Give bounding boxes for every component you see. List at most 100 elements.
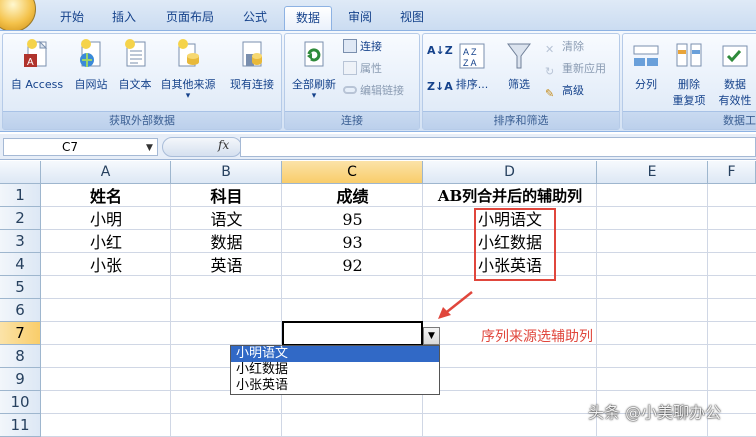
sort-label: 排序... [455,78,489,91]
column-header-c[interactable]: C [282,161,423,184]
connections-label: 连接 [360,40,382,53]
highlight-box [474,208,556,281]
refresh-icon [304,41,324,67]
row-header-10[interactable]: 10 [0,391,41,414]
cell-b3[interactable]: 数据 [171,231,282,254]
existing-connections-button[interactable]: 现有连接 [225,38,279,92]
sort-desc-button[interactable]: Z↓A [427,78,453,96]
formula-input[interactable] [240,137,756,157]
sort-ascending-icon: A↓Z [427,44,453,57]
advanced-label: 高级 [562,84,584,97]
clear-label: 清除 [562,40,584,53]
row-header-3[interactable]: 3 [0,230,41,253]
clear-button[interactable]: ✕ 清除 [545,38,584,56]
column-header-a[interactable]: A [41,161,171,184]
chevron-down-icon: ▾ [311,91,317,101]
tab-formulas[interactable]: 公式 [234,6,276,30]
ribbon: A 自 Access 自网站 自文本 自其他来源 ▾ 现有连接 获取外部数据 全… [0,30,756,132]
sort-asc-button[interactable]: A↓Z [427,42,453,60]
gridline [41,298,756,299]
cell-b4[interactable]: 英语 [171,254,282,277]
from-access-button[interactable]: A 自 Access [7,38,67,92]
row-header-5[interactable]: 5 [0,276,41,299]
insert-function-icon[interactable]: fx [218,138,229,152]
chevron-down-icon: ▾ [185,91,191,101]
tab-data[interactable]: 数据 [284,6,332,30]
row-header-1[interactable]: 1 [0,184,41,207]
cell-b2[interactable]: 语文 [171,208,282,231]
column-header-d[interactable]: D [423,161,597,184]
group-label-external: 获取外部数据 [3,111,281,129]
dropdown-arrow-icon[interactable]: ▼ [423,327,440,345]
edit-links-label: 编辑链接 [360,84,404,97]
cell-a2[interactable]: 小明 [41,208,171,231]
row-header-11[interactable]: 11 [0,414,41,437]
row-header-6[interactable]: 6 [0,299,41,322]
reapply-label: 重新应用 [562,62,606,75]
from-text-button[interactable]: 自文本 [113,38,157,92]
group-label-data-tools: 数据工 [623,111,756,129]
excel-window: 开始 插入 页面布局 公式 数据 审阅 视图 A 自 Access 自网站 自文… [0,0,756,437]
dropdown-option[interactable]: 小红数据 [231,362,439,378]
tab-view[interactable]: 视图 [392,6,432,30]
clear-filter-icon: ✕ [545,43,555,56]
group-label-sort-filter: 排序和筛选 [423,111,619,129]
from-access-label: 自 Access [10,78,64,91]
remove-duplicates-label-1: 删除 [678,78,700,91]
reapply-button[interactable]: ↻ 重新应用 [545,60,606,78]
row-header-7[interactable]: 7 [0,322,41,345]
watermark: 头条 @小美聊办公 [588,403,722,422]
from-web-button[interactable]: 自网站 [69,38,113,92]
cell-a4[interactable]: 小张 [41,254,171,277]
text-to-columns-button[interactable]: 分列 [627,38,665,92]
row-header-2[interactable]: 2 [0,207,41,230]
from-other-sources-button[interactable]: 自其他来源 ▾ [157,38,219,101]
dropdown-option[interactable]: 小张英语 [231,378,439,394]
cell-c3[interactable]: 93 [282,231,423,254]
tab-page-layout[interactable]: 页面布局 [158,6,222,30]
connections-button[interactable]: 连接 [343,38,382,56]
filter-button[interactable]: 筛选 [499,38,539,92]
office-button[interactable] [0,0,36,32]
other-sources-icon [178,39,199,67]
edit-links-button[interactable]: 编辑链接 [343,82,404,100]
cell-c2[interactable]: 95 [282,208,423,231]
spreadsheet-grid[interactable]: A B C D E F 1 2 3 4 5 6 7 8 9 10 11 姓名 科… [0,161,756,437]
dropdown-option[interactable]: 小明语文 [231,346,439,362]
column-header-e[interactable]: E [597,161,708,184]
sort-button[interactable]: A ZZ A 排序... [451,38,493,92]
ribbon-tab-bar: 开始 插入 页面布局 公式 数据 审阅 视图 [0,0,756,32]
cell-c1[interactable]: 成绩 [282,185,423,208]
select-all-corner[interactable] [0,161,41,184]
svg-text:Z A: Z A [463,58,477,68]
tab-home[interactable]: 开始 [52,6,92,30]
column-header-b[interactable]: B [171,161,282,184]
data-validation-button[interactable]: 数据 有效性 [711,38,756,108]
advanced-button[interactable]: ✎ 高级 [545,82,584,100]
cell-a3[interactable]: 小红 [41,231,171,254]
formula-bar: C7 ▼ fx [0,134,756,160]
row-header-8[interactable]: 8 [0,345,41,368]
active-cell-c7[interactable] [282,321,423,346]
tab-insert[interactable]: 插入 [104,6,144,30]
refresh-all-button[interactable]: 全部刷新 ▾ [289,38,339,101]
formula-bar-divider [162,137,242,157]
name-box[interactable]: C7 [3,138,158,156]
from-web-label: 自网站 [74,78,108,91]
remove-duplicates-label-2: 重复项 [672,94,706,107]
tab-review[interactable]: 审阅 [340,6,380,30]
validation-dropdown-list[interactable]: 小明语文 小红数据 小张英语 [230,345,440,395]
remove-duplicates-button[interactable]: 删除 重复项 [667,38,711,108]
from-other-sources-label: 自其他来源 [160,78,216,91]
cell-c4[interactable]: 92 [282,254,423,277]
chevron-down-icon[interactable]: ▼ [146,143,153,153]
existing-connections-label: 现有连接 [230,78,274,91]
column-header-f[interactable]: F [708,161,756,184]
cell-b1[interactable]: 科目 [171,185,282,208]
row-header-4[interactable]: 4 [0,253,41,276]
properties-label: 属性 [360,62,382,75]
properties-button[interactable]: 属性 [343,60,382,78]
row-header-9[interactable]: 9 [0,368,41,391]
cell-d1[interactable]: AB列合并后的辅助列 [423,185,597,208]
cell-a1[interactable]: 姓名 [41,185,171,208]
